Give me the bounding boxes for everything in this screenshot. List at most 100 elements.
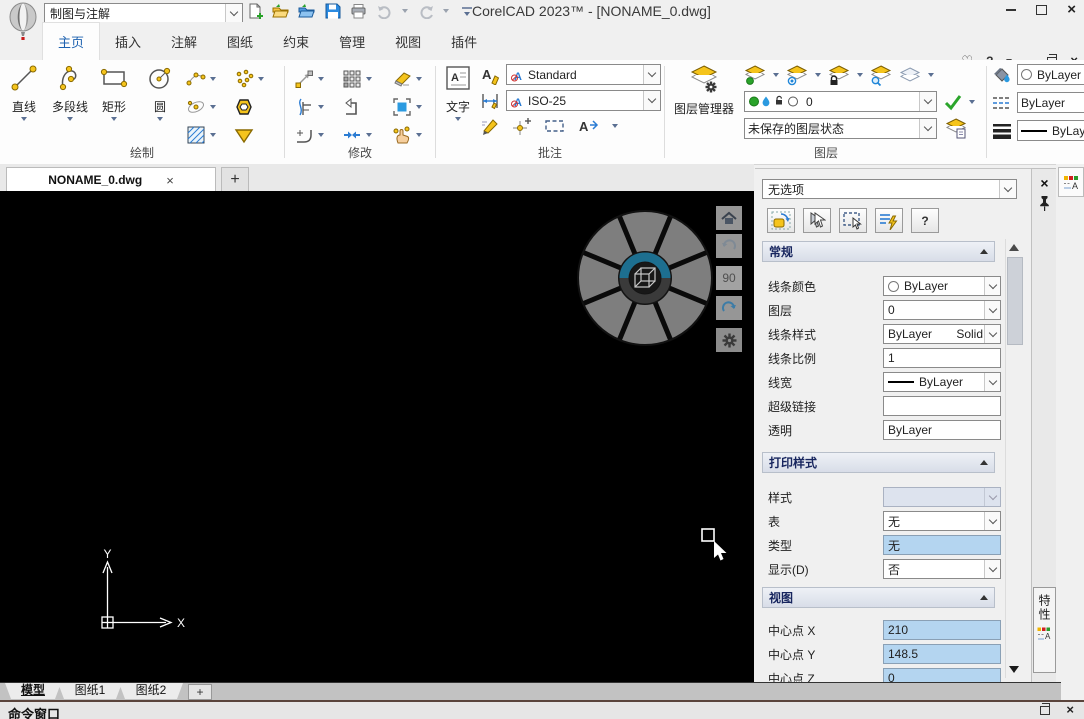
layer-state-manager-icon[interactable] [945, 117, 967, 139]
dim-style-combo[interactable]: A ISO-25 [506, 90, 661, 111]
print-button[interactable] [350, 3, 367, 20]
nav-angle-button[interactable]: 90 [716, 266, 742, 290]
editpolyline-button[interactable] [342, 94, 392, 120]
layer-apply-check-icon[interactable] [943, 93, 963, 111]
panel-close-icon[interactable]: × [1032, 175, 1057, 191]
circle-button[interactable]: 圆 [146, 64, 174, 121]
delete-button[interactable] [392, 66, 438, 92]
minimize-icon[interactable] [1006, 9, 1016, 11]
nav-home-button[interactable] [716, 206, 742, 230]
tab-home[interactable]: 主页 [42, 22, 100, 60]
text-button[interactable]: A 文字 [444, 64, 472, 121]
scroll-up-icon[interactable] [1009, 244, 1019, 251]
nav-rotate-ccw-button[interactable] [716, 234, 742, 258]
line-weight-combo[interactable]: ByLayer [1017, 120, 1084, 141]
layer-isolate-icon[interactable] [870, 64, 892, 86]
new-file-button[interactable] [246, 3, 263, 20]
layer-combo[interactable]: 0 [744, 91, 937, 112]
panel-scrollbar[interactable] [1005, 239, 1023, 678]
layer-on-icon[interactable] [744, 64, 766, 86]
add-sheet-button[interactable]: + [188, 684, 212, 700]
point-button[interactable] [234, 66, 282, 92]
section-view-header[interactable]: 视图 [762, 587, 995, 608]
nav-settings-button[interactable] [716, 328, 742, 352]
center-y-field[interactable]: 148.5 [883, 644, 1001, 664]
text-flip-icon[interactable]: A [578, 116, 600, 136]
line-scale-field[interactable]: 1 [883, 348, 1001, 368]
tab-constraints[interactable]: 约束 [268, 22, 324, 60]
layer-preview-icon[interactable] [899, 64, 921, 86]
line-color-field[interactable]: ByLayer [883, 276, 1001, 296]
tab-sheet[interactable]: 图纸 [212, 22, 268, 60]
tab-manage[interactable]: 管理 [324, 22, 380, 60]
line-weight-field[interactable]: ByLayer [883, 372, 1001, 392]
drawing-canvas[interactable]: Y X [0, 191, 754, 682]
document-tab[interactable]: NONAME_0.dwg × [6, 167, 216, 192]
undo-dropdown-arrow[interactable] [402, 9, 408, 13]
scroll-down-icon[interactable] [1009, 666, 1019, 673]
line-style-combo[interactable]: ByLayer [1017, 92, 1084, 113]
dimension-style-icon[interactable] [480, 91, 500, 111]
plot-table-field[interactable]: 无 [883, 511, 1001, 531]
polygon-button[interactable] [234, 94, 282, 120]
point-annotation-icon[interactable] [512, 116, 532, 136]
pattern-button[interactable] [342, 66, 392, 92]
sheet-tab-sheet1[interactable]: 图纸1 [58, 683, 122, 699]
open-file-button[interactable] [272, 3, 289, 20]
tab-plugins[interactable]: 插件 [436, 22, 492, 60]
undo-button[interactable] [376, 3, 393, 20]
nav-rotate-cw-button[interactable] [716, 296, 742, 320]
tab-insert[interactable]: 插入 [100, 22, 156, 60]
maximize-icon[interactable] [1036, 5, 1047, 15]
annotation-frame-icon[interactable] [544, 116, 566, 136]
trim-button[interactable] [294, 94, 342, 120]
ellipse-button[interactable] [186, 94, 234, 120]
layer-state-combo[interactable]: 未保存的图层状态 [744, 118, 937, 139]
polyline-button[interactable]: 多段线 [52, 64, 88, 121]
line-button[interactable]: 直线 [10, 64, 38, 121]
navigation-wheel[interactable] [577, 210, 713, 346]
hyperlink-field[interactable] [883, 396, 1001, 416]
leader-pen-icon[interactable] [480, 116, 500, 136]
redo-button[interactable] [417, 3, 434, 20]
fill-color-icon[interactable] [992, 65, 1012, 85]
tab-annotate[interactable]: 注解 [156, 22, 212, 60]
center-x-field[interactable]: 210 [883, 620, 1001, 640]
selection-filter-combo[interactable]: 无选项 [762, 179, 1017, 199]
open-recent-button[interactable] [298, 3, 315, 20]
layer-activate-icon[interactable] [786, 64, 808, 86]
layer-lock-icon[interactable] [828, 64, 850, 86]
stretch-button[interactable] [294, 66, 342, 92]
sheet-tab-model[interactable]: 模型 [5, 683, 61, 699]
section-general-header[interactable]: 常规 [762, 241, 995, 262]
select-add-button[interactable] [803, 208, 831, 233]
tab-view[interactable]: 视图 [380, 22, 436, 60]
layer-manager-button[interactable]: 图层管理器 [672, 64, 736, 117]
select-entities-button[interactable] [767, 208, 795, 233]
layer-field[interactable]: 0 [883, 300, 1001, 320]
document-tab-close-icon[interactable]: × [166, 173, 174, 188]
rectangle-button[interactable]: 矩形 [100, 64, 128, 121]
command-close-icon[interactable]: × [1066, 705, 1074, 715]
arc-button[interactable] [186, 66, 234, 92]
line-style-icon[interactable] [992, 95, 1012, 111]
panel-help-button[interactable]: ? [911, 208, 939, 233]
workspace-select[interactable]: 制图与注解 [44, 3, 243, 23]
close-icon[interactable]: × [1067, 5, 1076, 15]
redo-dropdown-arrow[interactable] [443, 9, 449, 13]
scrollbar-thumb[interactable] [1007, 257, 1023, 345]
save-button[interactable] [324, 3, 341, 20]
properties-side-tab[interactable]: 特性 A [1033, 587, 1056, 673]
text-style-icon[interactable]: A [480, 65, 500, 85]
line-color-combo[interactable]: ByLayer [1017, 64, 1084, 85]
plot-display-field[interactable]: 否 [883, 559, 1001, 579]
section-printstyle-header[interactable]: 打印样式 [762, 452, 995, 473]
quick-select-button[interactable] [875, 208, 903, 233]
transparency-field[interactable]: ByLayer [883, 420, 1001, 440]
command-restore-icon[interactable] [1040, 706, 1050, 715]
line-style-field[interactable]: ByLayerSolid [883, 324, 1001, 344]
sheet-tab-sheet2[interactable]: 图纸2 [119, 683, 183, 699]
styles-palette-tab[interactable]: A [1058, 167, 1084, 197]
line-weight-icon[interactable] [992, 123, 1012, 139]
text-style-combo[interactable]: A Standard [506, 64, 661, 85]
